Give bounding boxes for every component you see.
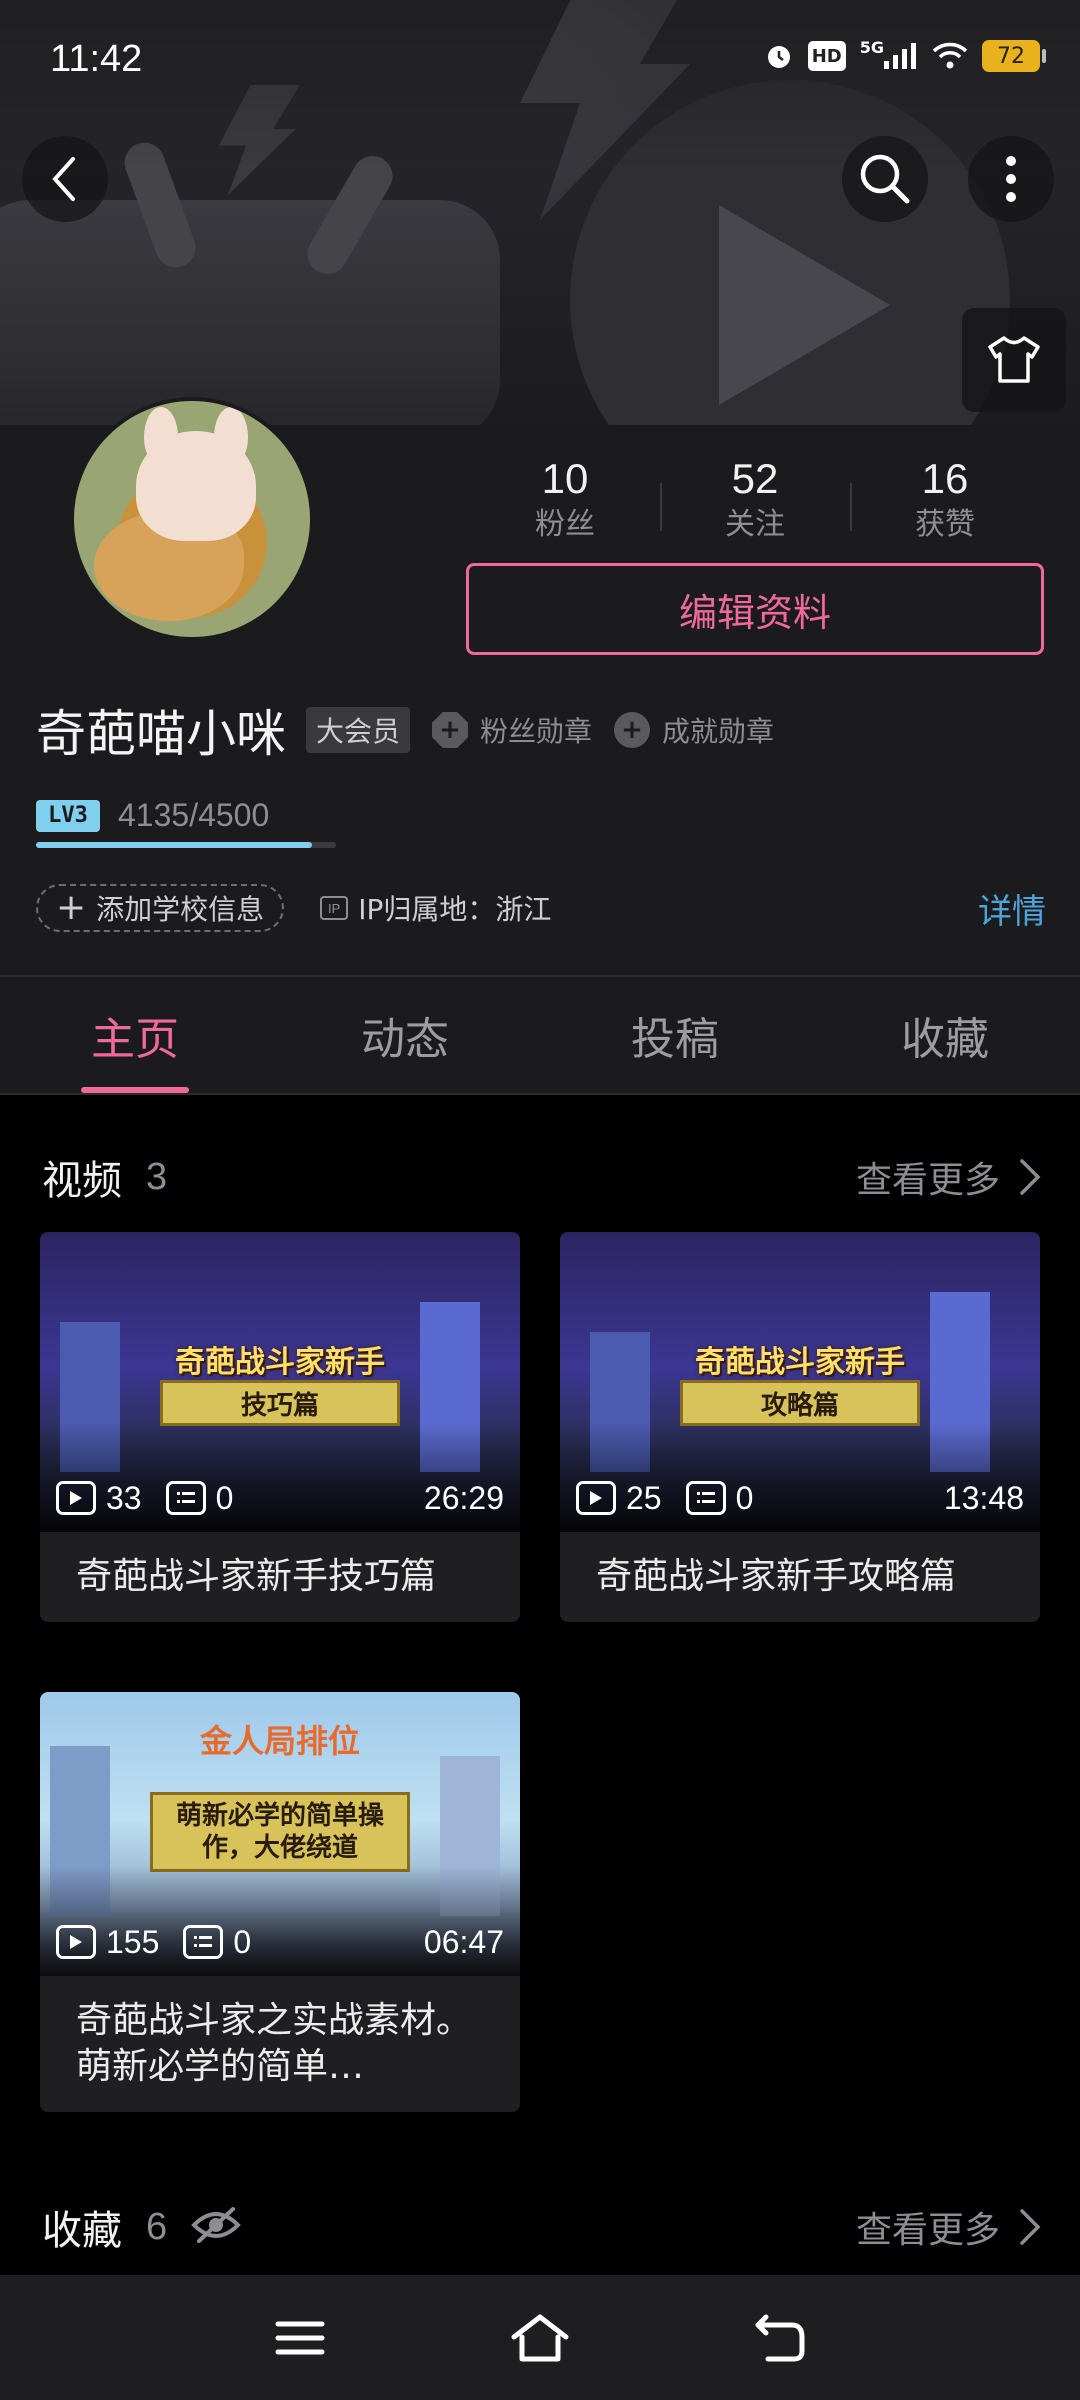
- edit-profile-button[interactable]: 编辑资料: [466, 563, 1044, 655]
- comment-count-icon: [685, 1481, 726, 1515]
- vip-badge[interactable]: 大会员: [306, 707, 411, 753]
- back-button[interactable]: [22, 136, 108, 222]
- tab-dynamics[interactable]: 动态: [270, 977, 540, 1093]
- video-duration: 13:48: [943, 1479, 1024, 1516]
- achievement-icon: +: [614, 712, 651, 748]
- chevron-right-icon: [1020, 2209, 1041, 2245]
- system-navigation-bar: [0, 2275, 1080, 2400]
- video-thumbnail: 金人局排位 萌新必学的简单操作，大佬绕道 155 0 06:47: [40, 1692, 520, 1976]
- view-count: 33: [106, 1479, 142, 1516]
- status-bar: 11:42 HD 5G 72: [0, 0, 1080, 110]
- fans-medal[interactable]: + 粉丝勋章: [432, 710, 592, 750]
- exp-text: 4135/4500: [118, 797, 270, 833]
- video-card[interactable]: 奇葩战斗家新手 技巧篇 33 0 26:29 奇葩战斗家新手技巧篇: [40, 1232, 520, 1622]
- more-vertical-icon: [1006, 156, 1016, 202]
- info-row: + 添加学校信息 IP IP归属地：浙江 详情: [36, 883, 1046, 933]
- theme-dressup-button[interactable]: [962, 308, 1066, 412]
- name-row: 奇葩喵小咪 大会员 + 粉丝勋章 + 成就勋章: [36, 695, 774, 765]
- battery-icon: 72: [982, 40, 1046, 72]
- avatar[interactable]: [70, 397, 314, 641]
- wifi-icon: [932, 38, 968, 74]
- search-icon: [860, 154, 910, 204]
- home-icon: [511, 2314, 569, 2361]
- section-title: 收藏: [42, 2208, 122, 2254]
- videos-more-link[interactable]: 查看更多: [856, 1151, 1042, 1203]
- stat-fans[interactable]: 10 粉丝: [470, 453, 660, 563]
- video-card[interactable]: 金人局排位 萌新必学的简单操作，大佬绕道 155 0 06:47 奇葩战斗家之实…: [40, 1692, 520, 2112]
- view-count: 155: [106, 1923, 160, 1960]
- thumbnail-text: 金人局排位: [199, 1722, 360, 1760]
- video-card[interactable]: 奇葩战斗家新手 攻略篇 25 0 13:48 奇葩战斗家新手攻略篇: [560, 1232, 1040, 1622]
- video-duration: 06:47: [423, 1923, 504, 1960]
- tab-uploads[interactable]: 投稿: [540, 977, 810, 1093]
- profile-tabs: 主页 动态 投稿 收藏: [0, 975, 1080, 1095]
- menu-button[interactable]: [260, 2298, 340, 2378]
- video-title: 奇葩战斗家新手技巧篇: [76, 1556, 437, 1597]
- exp-progress-bar: [36, 842, 336, 848]
- thumbnail-text: 奇葩战斗家新手: [695, 1345, 905, 1380]
- section-count: 6: [146, 2205, 168, 2248]
- ip-icon: IP: [320, 896, 349, 920]
- plus-icon: +: [56, 887, 87, 928]
- achievement-medal[interactable]: + 成就勋章: [614, 710, 774, 750]
- play-count-icon: [56, 1481, 96, 1515]
- video-duration: 26:29: [423, 1479, 504, 1516]
- alarm-icon: [764, 38, 794, 74]
- video-thumbnail: 奇葩战斗家新手 技巧篇 33 0 26:29: [40, 1232, 520, 1532]
- comment-count-icon: [183, 1925, 224, 1959]
- tshirt-icon: [988, 336, 1040, 383]
- video-title: 奇葩战斗家之实战素材。萌新必学的简单…: [76, 2000, 473, 2087]
- thumbnail-text: 奇葩战斗家新手: [175, 1345, 385, 1380]
- ip-location: IP IP归属地：浙江: [320, 888, 551, 928]
- eye-off-icon[interactable]: [191, 2205, 241, 2249]
- level-badge: LV3: [36, 799, 100, 832]
- thumbnail-banner: 攻略篇: [680, 1380, 920, 1426]
- profile-stats: 10 粉丝 52 关注 16 获赞: [470, 453, 1040, 563]
- add-school-button[interactable]: + 添加学校信息: [36, 884, 285, 932]
- signal-icon: 5G: [860, 38, 918, 74]
- comment-count: 0: [233, 1923, 252, 1960]
- comment-count: 0: [735, 1479, 754, 1516]
- stat-likes[interactable]: 16 获赞: [850, 453, 1040, 563]
- username: 奇葩喵小咪: [36, 705, 286, 763]
- level-row: LV3 4135/4500: [36, 797, 269, 834]
- tab-home[interactable]: 主页: [0, 977, 270, 1093]
- stat-following[interactable]: 52 关注: [660, 453, 850, 563]
- video-thumbnail: 奇葩战斗家新手 攻略篇 25 0 13:48: [560, 1232, 1040, 1532]
- thumbnail-banner: 技巧篇: [160, 1380, 400, 1426]
- comment-count-icon: [165, 1481, 206, 1515]
- chevron-right-icon: [1020, 1159, 1041, 1195]
- favorites-more-link[interactable]: 查看更多: [856, 2201, 1042, 2253]
- section-title: 视频: [42, 1158, 122, 1204]
- videos-section-header: 视频 3 查看更多: [42, 1147, 1042, 1207]
- thumbnail-banner: 萌新必学的简单操作，大佬绕道: [150, 1792, 410, 1872]
- medal-icon: +: [432, 712, 469, 748]
- video-title: 奇葩战斗家新手攻略篇: [596, 1556, 957, 1597]
- detail-link[interactable]: 详情: [978, 884, 1046, 933]
- back-nav-button[interactable]: [740, 2298, 820, 2378]
- play-count-icon: [56, 1925, 96, 1959]
- chevron-left-icon: [52, 157, 75, 201]
- more-options-button[interactable]: [968, 136, 1054, 222]
- back-icon: [755, 2314, 805, 2361]
- tab-favorites[interactable]: 收藏: [810, 977, 1080, 1093]
- view-count: 25: [626, 1479, 662, 1516]
- home-button[interactable]: [500, 2298, 580, 2378]
- search-button[interactable]: [842, 136, 928, 222]
- section-count: 3: [146, 1155, 168, 1198]
- status-time: 11:42: [50, 38, 143, 80]
- menu-icon: [275, 2321, 325, 2354]
- favorites-section-header: 收藏 6 查看更多: [42, 2197, 1042, 2257]
- play-count-icon: [576, 1481, 616, 1515]
- comment-count: 0: [215, 1479, 234, 1516]
- hd-icon: HD: [807, 41, 846, 71]
- profile-section: 10 粉丝 52 关注 16 获赞 编辑资料 奇葩喵小咪 大会员 + 粉丝勋章 …: [0, 397, 1080, 975]
- exp-progress-fill: [36, 842, 312, 848]
